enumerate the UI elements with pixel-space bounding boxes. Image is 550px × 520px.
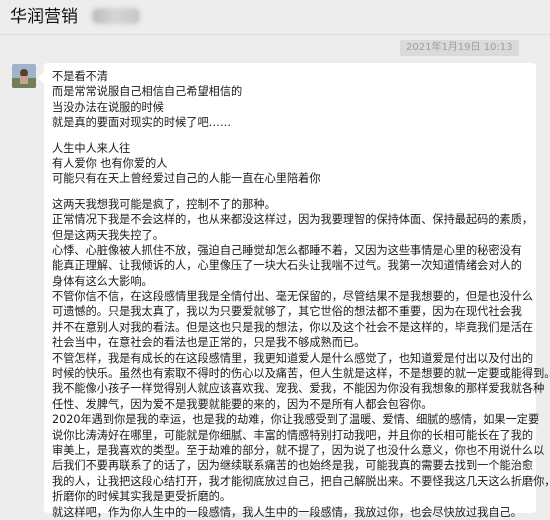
message-line: 不管怎样，我是有成长的在这段感情里，我更知道爱人是什么感觉了，也知道爱是付出以及… [52, 351, 534, 365]
message-line: 不是看不清 [52, 70, 108, 83]
message-line: 当没办法在说服的时候 [52, 100, 164, 114]
message-bubble[interactable]: 不是看不清而是常常说服自己相信自己希望相信的 当没办法在说服的时候就是真的要面对现… [38, 63, 550, 519]
message-line: 就是真的要面对现实的时候了吧…… [52, 116, 232, 130]
message-line: 任性、发脾气，因为爱不是我要就能要的来的，因为不是所有人都会包容你。 [52, 397, 433, 411]
message-line: 审美上，是我喜欢的类型。至于劫难的部分，就不提了，因为说了也没什么意义，你也不用… [52, 443, 545, 457]
message-line: 我的人，让我把这段心结打开，我才能彻底放过自己，把自己解脱出来。不要怪我这几天这… [52, 474, 550, 488]
message-line: 正常情况下我是不会这样的，也从来都没这样过，因为我要理智的保持体面、保持最起码的… [52, 213, 534, 227]
message-line: 人生中人来人往 [52, 141, 131, 155]
message-line: 并不在意别人对我的看法。但是这也只是我的想法，你以及这个社会不是这样的，毕竟我们… [52, 320, 534, 334]
message-timestamp: 2021年1月19日 10:13 [400, 40, 519, 56]
message-line: 社会当中，在意社会的看法也是正常的，只是我不够成熟而已。 [52, 336, 366, 350]
message-line: 有人爱你 也有你爱的人 [52, 156, 168, 170]
message-line: 而是常常说服自己相信自己希望相信的 [52, 85, 243, 99]
message-line: 身体有这么大影响。 [52, 274, 153, 288]
message-line: 能真正理解、让我倾诉的人，心里像压了一块大石头让我喘不过气。我第一次知道情绪会对… [52, 259, 522, 273]
message-line: 就这样吧，作为你人生中的一段感情，我人生中的一段感情，我放过你，也会尽快放过我自… [52, 505, 522, 519]
message-line: 时候的快乐。虽然也有索取不得时的伤心以及痛苦，但人生就是这样，不是想要的就一定要… [52, 367, 550, 381]
chat-header: 华润营销 [0, 0, 550, 35]
avatar-image [12, 64, 36, 88]
message-line: 可遗憾的。只是我太真了，我以为只要爱就够了，其它世俗的想法都不重要，因为在现代社… [52, 305, 522, 319]
message-line: 但是这两天我失控了。 [52, 228, 164, 242]
message-text: 不是看不清而是常常说服自己相信自己希望相信的 当没办法在说服的时候就是真的要面对现… [52, 69, 550, 520]
message-line: 心悸、心脏像被人抓住不放，强迫自己睡觉却怎么都睡不着，又因为这些事情是心里的秘密… [52, 243, 522, 257]
message-line: 这两天我想我可能是疯了，控制不了的那种。 [52, 197, 276, 211]
sender-avatar[interactable] [12, 64, 36, 88]
message-line: 不管你信不信，在这段感情里我是全情付出、毫无保留的，尽管结果不是我想要的，但是也… [52, 290, 534, 304]
message-line: 折磨你的时候其实我是更受折磨的。 [52, 490, 232, 504]
redacted-name-blur [92, 8, 140, 24]
message-line: 2020年遇到你是我的幸运，也是我的劫难，你让我感受到了温暖、爱情、细腻的感情，… [52, 413, 540, 427]
chat-title: 华润营销 [10, 7, 78, 27]
message-line: 我不能像小孩子一样觉得别人就应该喜欢我、宠我、爱我，不能因为你没有我想象的那样爱… [52, 382, 545, 396]
message-line: 说你比涛涛好在哪里，可能就是你细腻、丰富的情感特别打动我吧，并且你的长相可能长在… [52, 428, 534, 442]
message-line: 可能只有在天上曾经爱过自己的人能一直在心里陪着你 [52, 172, 321, 186]
message-line: 后我们不要再联系了的话了，因为继续联系痛苦的也始终是我，可能我真的需要去找到一个… [52, 459, 534, 473]
